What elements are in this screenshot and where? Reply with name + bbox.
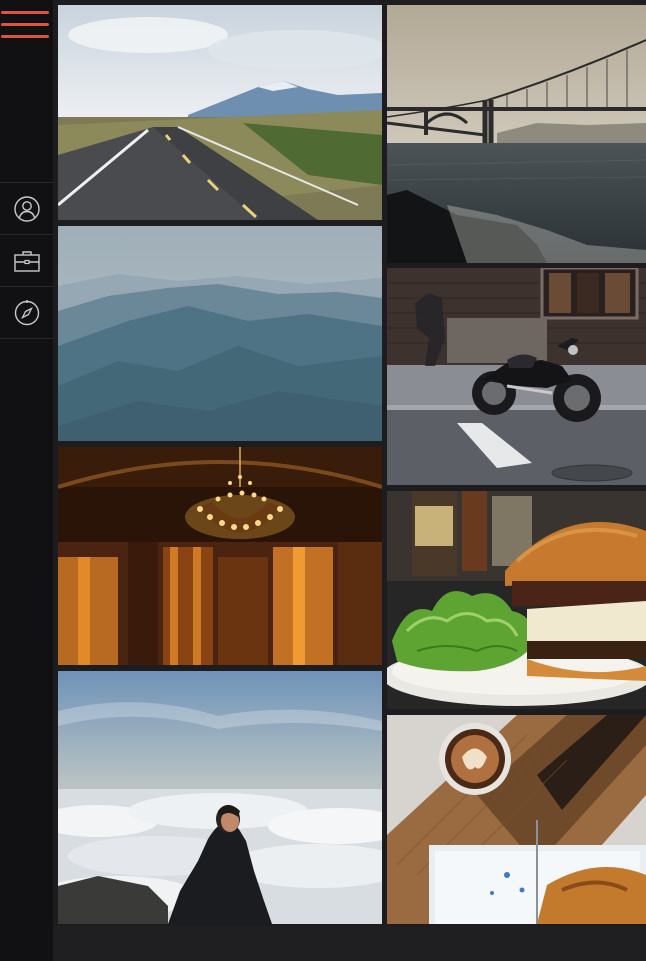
photo-gallery <box>53 0 646 961</box>
sidebar <box>0 0 54 961</box>
hamburger-line <box>1 11 49 14</box>
hamburger-line <box>1 23 49 26</box>
hamburger-line <box>1 35 49 38</box>
briefcase-icon <box>13 250 40 272</box>
photo-bridge[interactable] <box>387 5 646 263</box>
bottom-bar <box>53 926 646 961</box>
photo-road[interactable] <box>58 5 382 220</box>
hamburger-menu-icon[interactable] <box>1 8 49 42</box>
sidebar-nav <box>0 182 53 339</box>
photo-concert-hall[interactable] <box>58 447 382 665</box>
photo-burger[interactable] <box>387 491 646 709</box>
user-icon <box>13 195 40 222</box>
compass-icon <box>14 299 39 325</box>
sidebar-item-profile[interactable] <box>0 183 53 235</box>
sidebar-item-work[interactable] <box>0 235 53 287</box>
photo-motorcycle[interactable] <box>387 268 646 485</box>
photo-sea-of-clouds[interactable] <box>58 671 382 924</box>
sidebar-item-explore[interactable] <box>0 287 53 339</box>
app-window <box>0 0 646 961</box>
photo-coffee[interactable] <box>387 715 646 924</box>
photo-mountains[interactable] <box>58 226 382 441</box>
